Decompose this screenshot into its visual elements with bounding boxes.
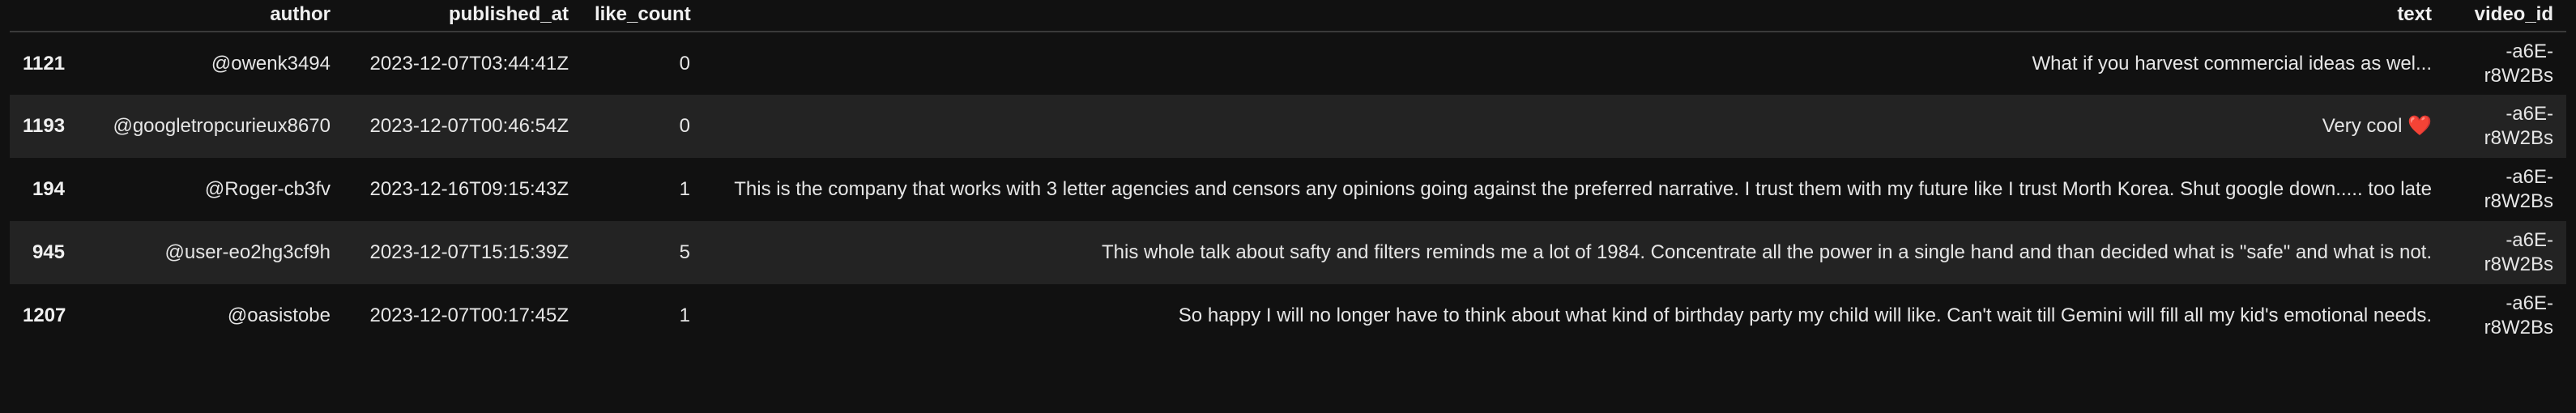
row-index: 194 [32,178,65,200]
table-header: author published_at like_count text vide… [10,0,2566,32]
cell-video-id: -a6E-r8W2Bs [2484,229,2553,275]
cell-author: @googletropcurieux8670 [113,115,331,137]
cell-like-count: 0 [679,52,690,75]
cell-author: @owenk3494 [211,52,331,75]
header-video-id: video_id [2445,0,2566,32]
cell-video-id: -a6E-r8W2Bs [2484,292,2553,338]
table-row: 1193 @googletropcurieux8670 2023-12-07T0… [10,95,2566,158]
cell-author: @Roger-cb3fv [204,178,331,200]
cell-author: @oasistobe [227,304,331,326]
cell-video-id: -a6E-r8W2Bs [2484,166,2553,212]
table-row: 945 @user-eo2hg3cf9h 2023-12-07T15:15:39… [10,221,2566,284]
dataframe-table: author published_at like_count text vide… [10,0,2566,347]
cell-like-count: 0 [679,115,690,137]
row-index: 945 [32,241,65,263]
table-row: 194 @Roger-cb3fv 2023-12-16T09:15:43Z 1 … [10,158,2566,221]
cell-author: @user-eo2hg3cf9h [164,241,331,263]
header-like-count: like_count [582,0,703,32]
row-index: 1193 [23,115,66,137]
cell-text: This is the company that works with 3 le… [734,178,2432,200]
cell-text: This whole talk about safty and filters … [1102,241,2432,263]
cell-video-id: -a6E-r8W2Bs [2484,103,2553,149]
cell-text: So happy I will no longer have to think … [1178,304,2432,326]
header-row: author published_at like_count text vide… [10,0,2566,32]
cell-published-at: 2023-12-07T03:44:41Z [369,52,569,75]
header-author: author [78,0,343,32]
cell-published-at: 2023-12-07T00:46:54Z [369,115,569,137]
header-published-at: published_at [343,0,582,32]
table-row: 1121 @owenk3494 2023-12-07T03:44:41Z 0 W… [10,32,2566,95]
cell-published-at: 2023-12-07T15:15:39Z [369,241,569,263]
cell-published-at: 2023-12-16T09:15:43Z [369,178,569,200]
table-body: 1121 @owenk3494 2023-12-07T03:44:41Z 0 W… [10,32,2566,347]
table-row: 1207 @oasistobe 2023-12-07T00:17:45Z 1 S… [10,284,2566,347]
cell-like-count: 5 [679,241,690,263]
cell-text: What if you harvest commercial ideas as … [2032,52,2432,75]
row-index: 1121 [23,52,66,75]
header-index [10,0,78,32]
cell-published-at: 2023-12-07T00:17:45Z [369,304,569,326]
cell-video-id: -a6E-r8W2Bs [2484,40,2553,87]
cell-like-count: 1 [679,304,690,326]
cell-like-count: 1 [679,178,690,200]
row-index: 1207 [23,304,66,326]
header-text: text [703,0,2445,32]
dataframe-output: author published_at like_count text vide… [0,0,2576,413]
cell-text: Very cool ❤️ [2322,115,2432,137]
